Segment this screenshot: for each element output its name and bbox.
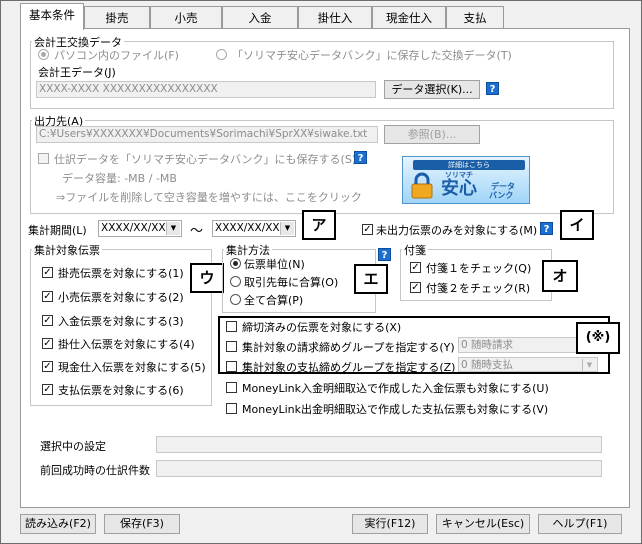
- target-shiharai-label: 支払伝票を対象にする(6): [58, 384, 184, 397]
- target-kakeuri-checkbox[interactable]: ✓: [42, 267, 53, 278]
- unoutput-only-label: 未出力伝票のみを対象にする(M): [376, 224, 538, 237]
- payment-group-label: 集計対象の支払締めグループを指定する(Z): [242, 361, 456, 374]
- fusen-title: 付箋: [402, 242, 428, 258]
- billing-group-checkbox[interactable]: [226, 341, 237, 352]
- save-to-databank-label: 仕訳データを「ソリマチ安心データバンク」にも保存する(S): [54, 153, 357, 166]
- callout-a: ア: [302, 210, 336, 240]
- target-kouri-checkbox[interactable]: ✓: [42, 291, 53, 302]
- period-to-value: XXXX/XX/XX: [215, 222, 280, 234]
- period-from-combo[interactable]: XXXX/XX/XX ▼: [98, 220, 182, 237]
- banner-main: 安心: [441, 178, 477, 199]
- banner-details-label: 詳細はこちら: [413, 160, 525, 170]
- chevron-down-icon[interactable]: ▼: [166, 222, 180, 235]
- fusen1-label: 付箋１をチェック(Q): [426, 262, 532, 275]
- method-customer-label: 取引先毎に合算(O): [244, 276, 339, 289]
- tab-nyukin[interactable]: 入金: [222, 6, 298, 29]
- ml-receipt-checkbox[interactable]: [226, 382, 237, 393]
- current-setting-field: [156, 436, 602, 453]
- target-kakeshiire-checkbox[interactable]: ✓: [42, 338, 53, 349]
- current-setting-label: 選択中の設定: [40, 440, 106, 453]
- kaikeio-data-field: XXXX-XXXX XXXXXXXXXXXXXXXX: [36, 81, 376, 98]
- save-to-databank-checkbox[interactable]: [38, 153, 49, 164]
- output-help-icon[interactable]: ?: [354, 151, 367, 164]
- last-count-field: [156, 460, 602, 477]
- last-count-label: 前回成功時の仕訳件数: [40, 464, 150, 477]
- target-nyukin-checkbox[interactable]: ✓: [42, 315, 53, 326]
- unoutput-only-checkbox[interactable]: ✓: [362, 224, 373, 235]
- target-genkin-shiire-label: 現金仕入伝票を対象にする(5): [58, 361, 206, 374]
- capacity-text: データ容量: -MB / -MB: [62, 172, 177, 185]
- chevron-down-icon[interactable]: ▼: [280, 222, 294, 235]
- target-kouri-label: 小売伝票を対象にする(2): [58, 291, 184, 304]
- delete-files-link[interactable]: ⇒ファイルを削除して空き容量を増やすには、ここをクリック: [56, 189, 362, 205]
- callout-note: (※): [576, 322, 620, 354]
- ml-payment-checkbox[interactable]: [226, 403, 237, 414]
- exchange-help-icon[interactable]: ?: [486, 82, 499, 95]
- output-path-field: C:¥Users¥XXXXXXX¥Documents¥Sorimachi¥Spr…: [36, 126, 378, 143]
- save-button[interactable]: 保存(F3): [104, 514, 180, 534]
- data-select-button[interactable]: データ選択(K)...: [384, 80, 480, 99]
- kaikeio-data-label: 会計王データ(J): [38, 66, 116, 79]
- tab-kakeuri[interactable]: 掛売: [84, 6, 150, 29]
- browse-button[interactable]: 参照(B)...: [384, 125, 480, 144]
- method-all-label: 全て合算(P): [244, 294, 304, 307]
- target-kakeuri-label: 掛売伝票を対象にする(1): [58, 267, 184, 280]
- target-nyukin-label: 入金伝票を対象にする(3): [58, 315, 184, 328]
- target-kakeshiire-label: 掛仕入伝票を対象にする(4): [58, 338, 195, 351]
- help-button[interactable]: ヘルプ(F1): [538, 514, 622, 534]
- load-button[interactable]: 読み込み(F2): [20, 514, 96, 534]
- ml-payment-label: MoneyLink出金明細取込で作成した支払伝票も対象にする(V): [242, 403, 549, 416]
- method-slip-label: 伝票単位(N): [244, 258, 305, 271]
- payment-group-combo: 0 随時支払 ▼: [458, 357, 598, 372]
- payment-group-value: 0 随時支払: [461, 359, 514, 371]
- databank-banner[interactable]: 詳細はこちら ソリマチ 安心 データ バンク: [402, 156, 530, 204]
- target-shiharai-checkbox[interactable]: ✓: [42, 384, 53, 395]
- method-customer-radio[interactable]: [230, 276, 241, 287]
- fusen2-checkbox[interactable]: ✓: [410, 282, 421, 293]
- padlock-icon: [409, 172, 435, 200]
- callout-o: オ: [542, 260, 578, 292]
- tab-kakeshiire[interactable]: 掛仕入: [298, 6, 372, 29]
- fusen1-checkbox[interactable]: ✓: [410, 262, 421, 273]
- run-button[interactable]: 実行(F12): [352, 514, 428, 534]
- period-help-icon[interactable]: ?: [540, 222, 553, 235]
- tab-shiharai[interactable]: 支払: [446, 6, 504, 29]
- chevron-down-icon: ▼: [582, 359, 596, 371]
- billing-group-label: 集計対象の請求締めグループを指定する(Y): [242, 341, 455, 354]
- callout-i: イ: [560, 210, 594, 240]
- radio-pc-file-label: パソコン内のファイル(F): [54, 49, 179, 62]
- fusen2-label: 付箋２をチェック(R): [426, 282, 531, 295]
- period-to-combo[interactable]: XXXX/XX/XX ▼: [212, 220, 296, 237]
- period-tilde: ～: [190, 224, 204, 239]
- target-slips-title: 集計対象伝票: [32, 242, 102, 258]
- ml-receipt-label: MoneyLink入金明細取込で作成した入金伝票も対象にする(U): [242, 382, 549, 395]
- method-all-radio[interactable]: [230, 294, 241, 305]
- target-genkin-shiire-checkbox[interactable]: ✓: [42, 361, 53, 372]
- banner-sub2: バンク: [489, 191, 514, 200]
- tab-genkin-shiire[interactable]: 現金仕入: [372, 6, 446, 29]
- closed-only-label: 締切済みの伝票を対象にする(X): [242, 321, 402, 334]
- cancel-button[interactable]: キャンセル(Esc): [436, 514, 530, 534]
- period-from-value: XXXX/XX/XX: [101, 222, 166, 234]
- closed-only-checkbox[interactable]: [226, 321, 237, 332]
- tab-basic-conditions[interactable]: 基本条件: [20, 3, 84, 30]
- callout-e: エ: [354, 264, 388, 294]
- radio-databank[interactable]: [216, 49, 227, 60]
- method-help-icon[interactable]: ?: [378, 248, 391, 261]
- radio-pc-file[interactable]: [38, 49, 49, 60]
- tab-kouri[interactable]: 小売: [150, 6, 222, 29]
- callout-u: ウ: [190, 263, 224, 293]
- radio-databank-label: 「ソリマチ安心データバンク」に保存した交換データ(T): [232, 49, 512, 62]
- period-label: 集計期間(L): [28, 224, 87, 237]
- payment-group-checkbox[interactable]: [226, 361, 237, 372]
- method-slip-radio[interactable]: [230, 258, 241, 269]
